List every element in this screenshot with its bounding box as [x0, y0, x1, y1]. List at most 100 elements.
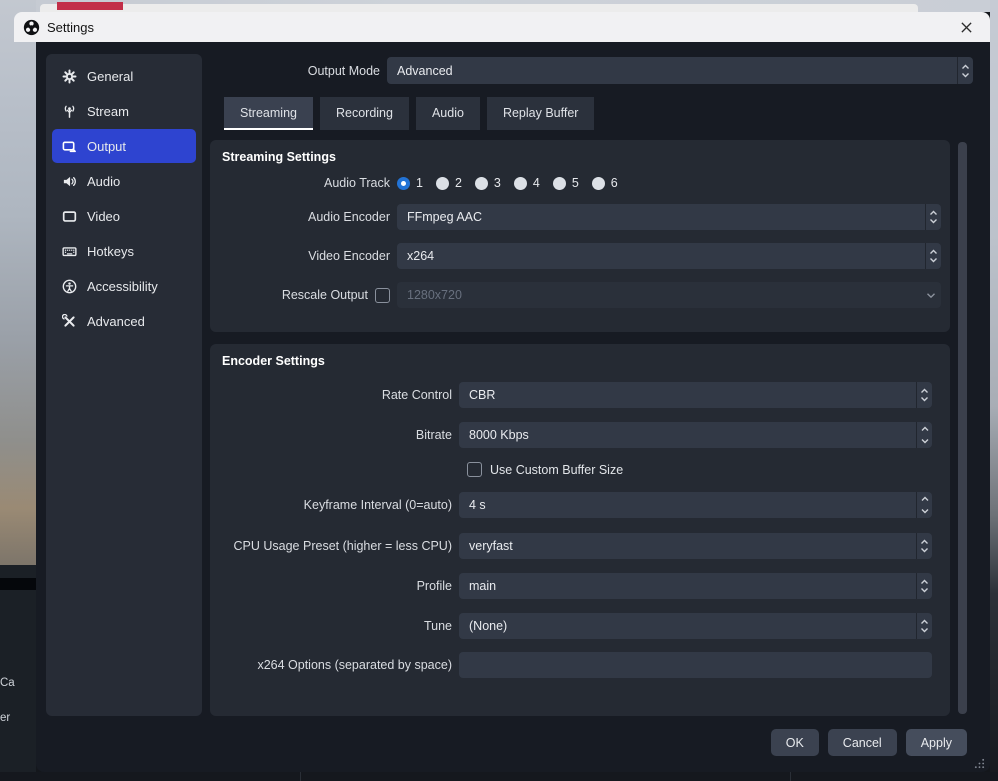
output-display-icon — [61, 138, 77, 154]
audio-track-option-3[interactable]: 3 — [475, 176, 501, 190]
background-red-bar — [57, 2, 123, 10]
bitrate-row: Bitrate 8000 Kbps — [222, 422, 932, 448]
background-dark-band — [0, 578, 36, 590]
audio-track-option-4[interactable]: 4 — [514, 176, 540, 190]
tab-audio[interactable]: Audio — [416, 97, 480, 130]
tools-icon — [61, 313, 77, 329]
accessibility-person-icon — [61, 278, 77, 294]
rate-control-label: Rate Control — [222, 388, 452, 402]
rescale-resolution-combo[interactable]: 1280x720 — [397, 282, 941, 308]
radio-label: 6 — [611, 176, 618, 190]
tune-select[interactable]: (None) — [459, 613, 932, 639]
sidebar-item-audio[interactable]: Audio — [52, 164, 196, 198]
bitrate-spinbox[interactable]: 8000 Kbps — [459, 422, 932, 448]
chevron-down-icon[interactable] — [921, 282, 941, 308]
background-text-fragment: er — [0, 712, 10, 724]
tab-label: Streaming — [240, 106, 297, 120]
rescale-output-checkbox[interactable] — [375, 288, 390, 303]
cpu-preset-select[interactable]: veryfast — [459, 533, 932, 559]
sidebar-item-advanced[interactable]: Advanced — [52, 304, 196, 338]
spinner-up-down-icon[interactable] — [916, 422, 932, 448]
spinner-up-down-icon[interactable] — [916, 492, 932, 518]
custom-buffer-label: Use Custom Buffer Size — [490, 463, 623, 477]
radio — [475, 177, 488, 190]
video-encoder-select[interactable]: x264 — [397, 243, 941, 269]
audio-track-option-2[interactable]: 2 — [436, 176, 462, 190]
video-encoder-value: x264 — [397, 243, 925, 269]
background-divider — [790, 772, 791, 781]
scrollbar-thumb[interactable] — [958, 142, 967, 714]
ok-button[interactable]: OK — [771, 729, 819, 756]
radio-label: 4 — [533, 176, 540, 190]
sidebar-item-label: Stream — [87, 104, 129, 119]
sidebar-item-video[interactable]: Video — [52, 199, 196, 233]
tab-replay-buffer[interactable]: Replay Buffer — [487, 97, 595, 130]
sidebar-item-label: Hotkeys — [87, 244, 134, 259]
cancel-button[interactable]: Cancel — [828, 729, 897, 756]
cpu-preset-value: veryfast — [459, 533, 916, 559]
radio — [553, 177, 566, 190]
monitor-icon — [61, 208, 77, 224]
obs-logo-icon — [23, 19, 40, 36]
streaming-settings-group: Streaming Settings Audio Track 1 2 3 4 5… — [210, 140, 950, 332]
cpu-preset-row: CPU Usage Preset (higher = less CPU) ver… — [222, 533, 932, 559]
output-mode-select[interactable]: Advanced — [387, 57, 973, 84]
speaker-icon — [61, 173, 77, 189]
audio-encoder-value: FFmpeg AAC — [397, 204, 925, 230]
tab-streaming[interactable]: Streaming — [224, 97, 313, 130]
sidebar-item-label: Audio — [87, 174, 120, 189]
sidebar-item-label: Video — [87, 209, 120, 224]
group-title: Streaming Settings — [222, 150, 941, 164]
rescale-resolution-value: 1280x720 — [397, 282, 921, 308]
chevron-up-down-icon[interactable] — [957, 57, 973, 84]
tab-label: Replay Buffer — [503, 106, 579, 120]
chevron-up-down-icon[interactable] — [916, 382, 932, 408]
apply-button[interactable]: Apply — [906, 729, 967, 756]
sidebar-item-accessibility[interactable]: Accessibility — [52, 269, 196, 303]
desktop-background-right — [990, 0, 998, 781]
background-divider — [300, 772, 301, 781]
tune-label: Tune — [222, 619, 452, 633]
x264-options-label: x264 Options (separated by space) — [222, 658, 452, 672]
resize-grip[interactable] — [974, 758, 985, 769]
settings-sidebar: General Stream Output — [46, 54, 202, 716]
custom-buffer-row: Use Custom Buffer Size — [222, 461, 932, 478]
custom-buffer-checkbox[interactable] — [467, 462, 482, 477]
chevron-up-down-icon[interactable] — [916, 613, 932, 639]
rate-control-row: Rate Control CBR — [222, 382, 932, 408]
settings-dialog: General Stream Output — [36, 42, 990, 772]
audio-encoder-row: Audio Encoder FFmpeg AAC — [222, 204, 941, 230]
chevron-up-down-icon[interactable] — [925, 204, 941, 230]
audio-track-option-5[interactable]: 5 — [553, 176, 579, 190]
sidebar-item-stream[interactable]: Stream — [52, 94, 196, 128]
video-encoder-label: Video Encoder — [222, 249, 390, 263]
audio-track-label: Audio Track — [222, 176, 390, 190]
profile-value: main — [459, 573, 916, 599]
audio-track-row: Audio Track 1 2 3 4 5 6 — [222, 173, 941, 193]
radio-label: 1 — [416, 176, 423, 190]
radio — [592, 177, 605, 190]
chevron-up-down-icon[interactable] — [916, 533, 932, 559]
audio-track-option-6[interactable]: 6 — [592, 176, 618, 190]
profile-select[interactable]: main — [459, 573, 932, 599]
chevron-up-down-icon[interactable] — [925, 243, 941, 269]
radio — [514, 177, 527, 190]
close-button[interactable] — [952, 16, 980, 38]
keyboard-icon — [61, 243, 77, 259]
encoder-settings-group: Encoder Settings Rate Control CBR Bitrat… — [210, 344, 950, 716]
audio-encoder-select[interactable]: FFmpeg AAC — [397, 204, 941, 230]
sidebar-item-hotkeys[interactable]: Hotkeys — [52, 234, 196, 268]
sidebar-item-label: Advanced — [87, 314, 145, 329]
tune-value: (None) — [459, 613, 916, 639]
window-title: Settings — [47, 20, 952, 35]
bitrate-label: Bitrate — [222, 428, 452, 442]
rate-control-select[interactable]: CBR — [459, 382, 932, 408]
radio — [436, 177, 449, 190]
chevron-up-down-icon[interactable] — [916, 573, 932, 599]
audio-track-option-1[interactable]: 1 — [397, 176, 423, 190]
keyframe-interval-spinbox[interactable]: 4 s — [459, 492, 932, 518]
x264-options-input[interactable] — [459, 652, 932, 678]
output-tabs: Streaming Recording Audio Replay Buffer — [224, 97, 594, 130]
sidebar-item-output[interactable]: Output — [52, 129, 196, 163]
tab-recording[interactable]: Recording — [320, 97, 409, 130]
